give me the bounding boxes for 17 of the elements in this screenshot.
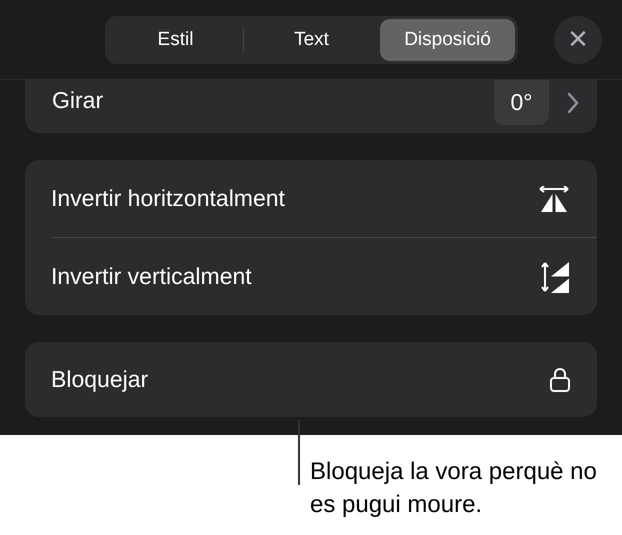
- rotate-label: Girar: [52, 87, 104, 114]
- flip-option[interactable]: Invertir verticalment: [51, 263, 252, 290]
- lock-label: Bloquejar: [51, 366, 148, 393]
- close-button[interactable]: ✕: [554, 16, 602, 64]
- flip-option[interactable]: Invertir horitzontalment: [51, 185, 285, 212]
- chevron-right-icon: [567, 92, 579, 114]
- tab[interactable]: Disposició: [380, 18, 515, 60]
- lock-row[interactable]: Bloquejar: [25, 342, 597, 417]
- callout-text: Bloqueja la vora perquè no es pugui moure.: [310, 457, 598, 520]
- leader-line: [298, 420, 300, 485]
- tab[interactable]: Text: [244, 18, 379, 60]
- tab[interactable]: Estil: [108, 18, 243, 60]
- lock-icon: [550, 367, 570, 392]
- flip-vertical-icon: [540, 260, 570, 292]
- rotation-value[interactable]: 0°: [494, 80, 549, 125]
- flip-horizontal-icon: [538, 186, 570, 212]
- rotate-row[interactable]: Girar 0°: [25, 80, 597, 133]
